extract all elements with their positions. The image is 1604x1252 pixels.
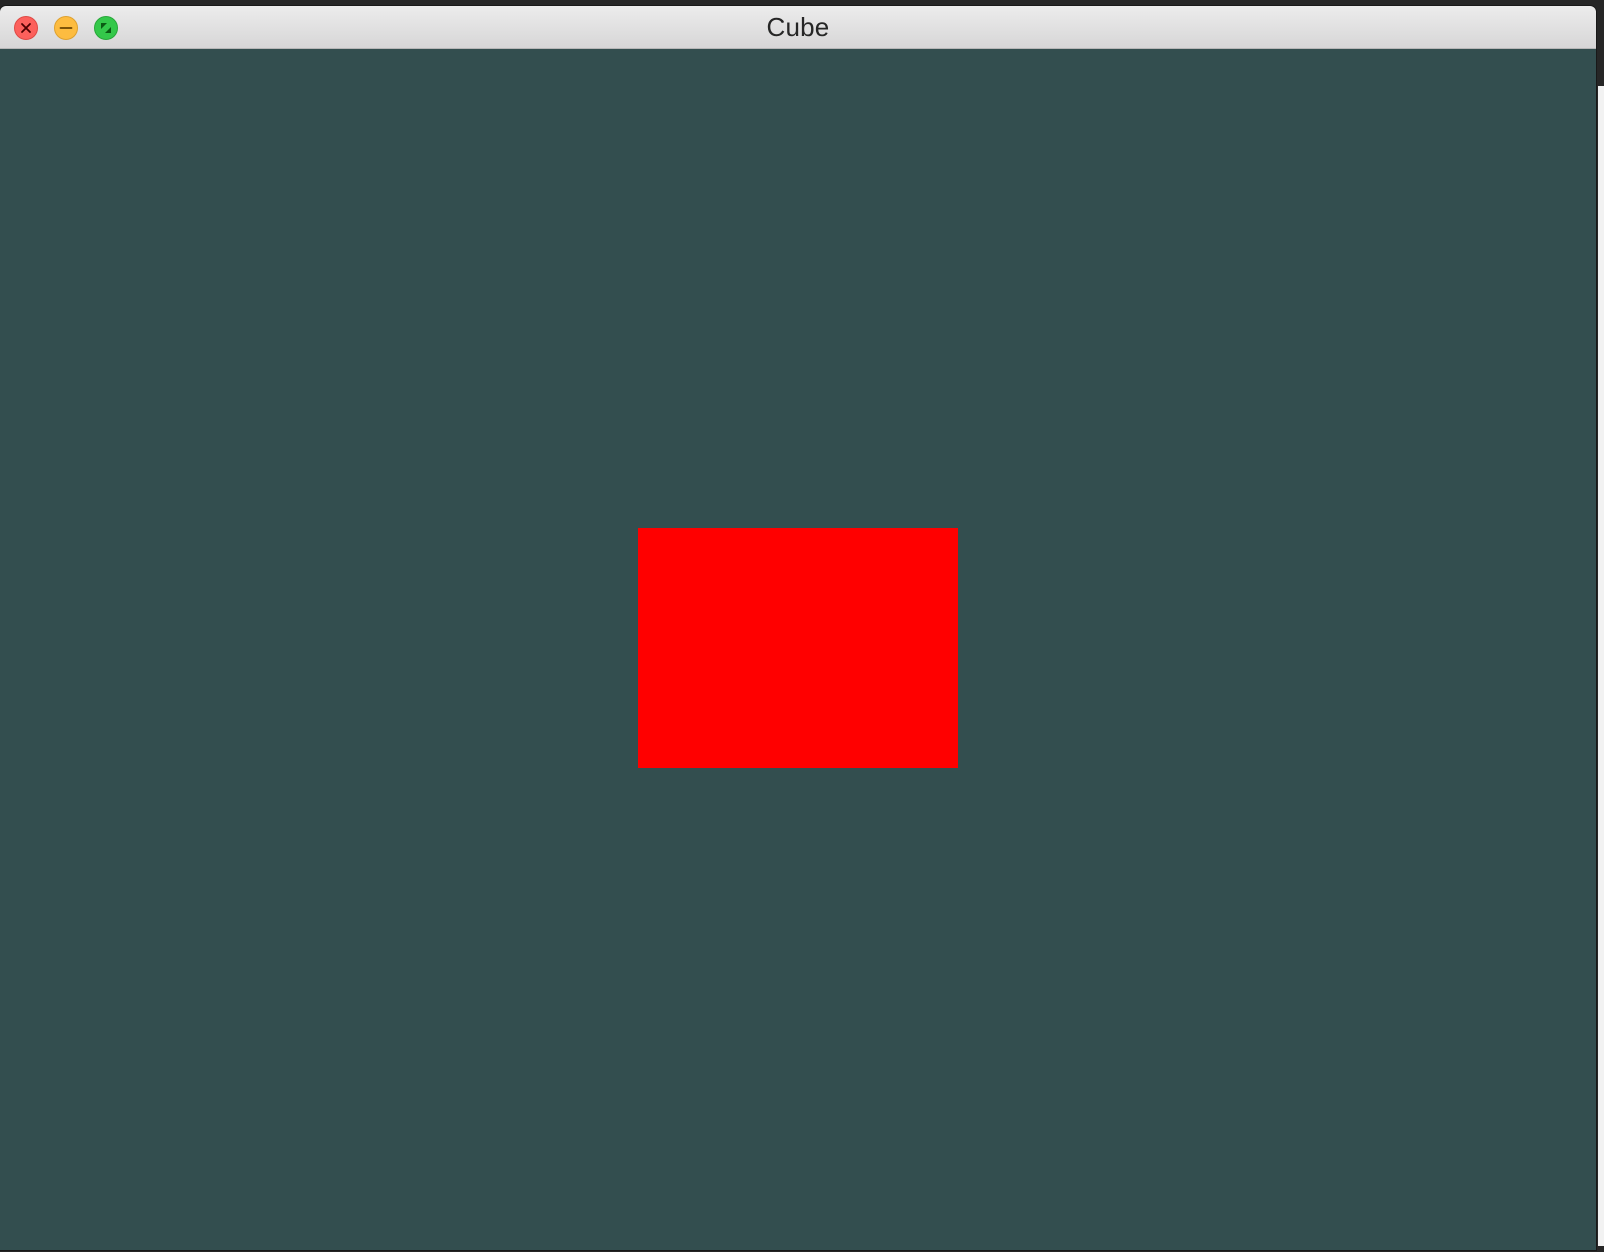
background-window-edge [1598,86,1604,1246]
red-cube [638,528,958,768]
desktop: Cube [0,0,1604,1252]
render-viewport[interactable] [0,49,1596,1250]
title-bar[interactable]: Cube [0,6,1596,49]
app-window: Cube [0,6,1596,1250]
window-title: Cube [766,12,830,42]
